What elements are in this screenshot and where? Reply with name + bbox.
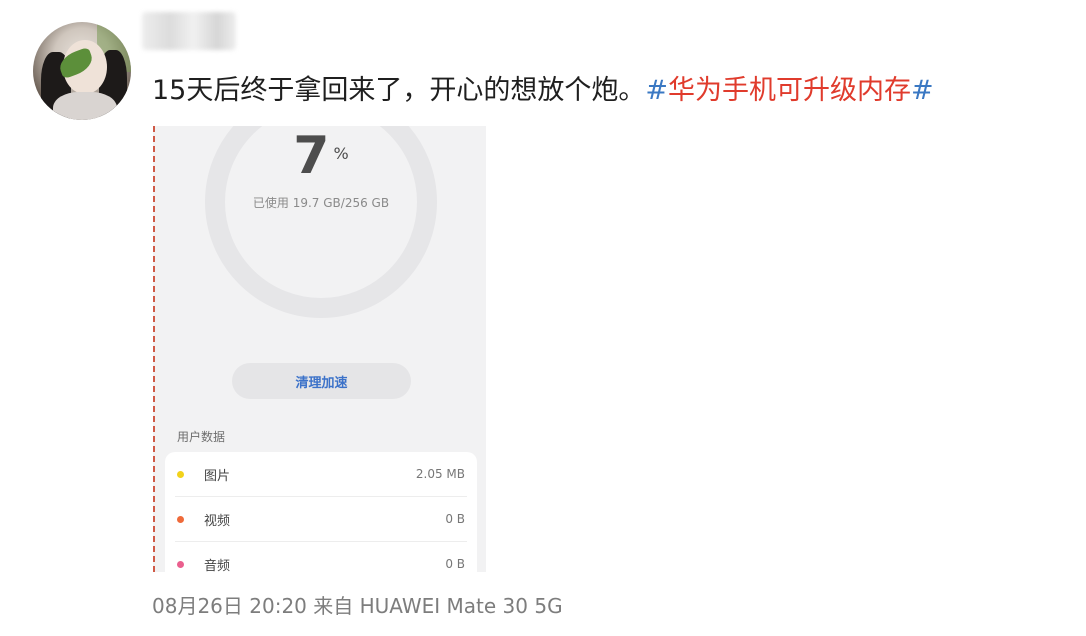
list-item-value: 0 B	[445, 557, 465, 571]
storage-percent-symbol: %	[333, 144, 349, 163]
list-item-value: 0 B	[445, 512, 465, 526]
status-dot-icon	[177, 560, 184, 568]
hashtag-open[interactable]: #	[645, 75, 668, 106]
list-item-value: 2.05 MB	[415, 467, 465, 481]
storage-ring: 7% 已使用 19.7 GB/256 GB	[205, 126, 437, 318]
list-item[interactable]: 图片 2.05 MB	[175, 452, 467, 497]
user-data-title: 用户数据	[177, 430, 226, 444]
blurred-username[interactable]	[142, 12, 236, 50]
storage-percent-value: 7	[293, 126, 330, 186]
list-item-label: 视频	[204, 513, 231, 529]
avatar-body	[53, 92, 117, 120]
list-item-label: 音频	[204, 558, 231, 573]
hashtag-topic[interactable]: 华为手机可升级内存	[668, 75, 911, 106]
post-meta: 08月26日 20:20 来自 HUAWEI Mate 30 5G	[152, 594, 563, 618]
user-data-card: 图片 2.05 MB 视频 0 B 音频 0 B	[165, 452, 477, 572]
clean-accelerate-button[interactable]: 清理加速	[232, 363, 411, 399]
hashtag-close[interactable]: #	[911, 75, 934, 106]
post-text: 15天后终于拿回来了，开心的想放个炮。#华为手机可升级内存#	[152, 72, 934, 110]
storage-usage-text: 已使用 19.7 GB/256 GB	[252, 196, 390, 210]
status-dot-icon	[177, 470, 184, 478]
list-item[interactable]: 音频 0 B	[175, 542, 467, 572]
status-dot-icon	[177, 515, 184, 523]
list-item-label: 图片	[204, 468, 231, 484]
storage-screenshot[interactable]: 7% 已使用 19.7 GB/256 GB 清理加速 用户数据 图片 2.05 …	[153, 126, 486, 572]
post-body: 15天后终于拿回来了，开心的想放个炮。	[152, 75, 646, 106]
storage-percent: 7%	[225, 126, 417, 186]
avatar[interactable]	[33, 22, 131, 120]
list-item[interactable]: 视频 0 B	[175, 497, 467, 542]
